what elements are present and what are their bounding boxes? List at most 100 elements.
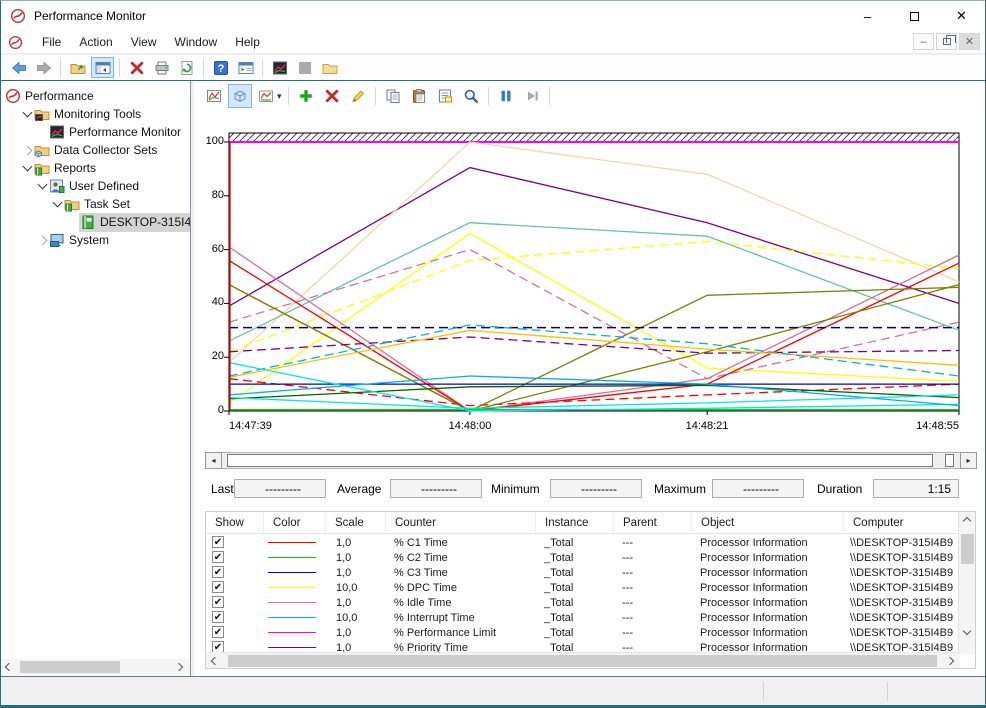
tree-expanded-icon[interactable] [22, 161, 32, 171]
dropdown-caret-icon[interactable]: ▾ [277, 91, 282, 102]
column-header-color[interactable]: Color [264, 512, 326, 534]
help-button[interactable]: ? [209, 57, 232, 78]
show-checkbox[interactable]: ✔ [212, 596, 224, 608]
legend-vscroll-thumb[interactable] [961, 534, 974, 564]
scroll-down-icon[interactable] [963, 627, 971, 635]
folder-cube-icon [34, 142, 50, 158]
table-row[interactable]: ✔ 1,0 % C1 Time _Total --- Processor Inf… [206, 535, 958, 550]
time-scroll-handle[interactable] [945, 454, 954, 467]
scroll-up-icon[interactable] [963, 517, 971, 525]
forward-button[interactable] [32, 57, 55, 78]
refresh-button[interactable] [175, 57, 198, 78]
column-header-scale[interactable]: Scale [326, 512, 386, 534]
tree-item-user-defined[interactable]: User Defined [35, 177, 139, 195]
delete-red-icon [129, 60, 145, 76]
legend-horizontal-scrollbar[interactable] [206, 652, 960, 668]
time-range-scrollbar[interactable]: ◂ ▸ [205, 452, 977, 469]
folder-plain-icon [322, 60, 338, 76]
mmc-restore-button[interactable] [936, 33, 957, 50]
menu-help[interactable]: Help [226, 32, 269, 52]
tree-item-system[interactable]: System [35, 231, 109, 249]
print-button[interactable] [150, 57, 173, 78]
view-log-data-button[interactable] [228, 84, 252, 108]
tree-item-monitoring-tools[interactable]: Monitoring Tools [20, 105, 141, 123]
show-console-tree-button[interactable] [91, 57, 114, 78]
column-header-computer[interactable]: Computer [844, 512, 960, 534]
show-checkbox[interactable]: ✔ [212, 611, 224, 623]
mmc-close-button[interactable]: ✕ [959, 33, 980, 50]
table-row[interactable]: ✔ 1,0 % C3 Time _Total --- Processor Inf… [206, 565, 958, 580]
minimize-button[interactable]: – [844, 1, 891, 31]
tree-item-label: User Defined [69, 179, 139, 193]
show-checkbox[interactable]: ✔ [212, 626, 224, 638]
update-data-button[interactable] [520, 84, 544, 108]
properties-button[interactable] [433, 84, 457, 108]
time-scroll-thumb[interactable] [227, 454, 933, 467]
export-button[interactable] [66, 57, 89, 78]
tree-collapsed-icon[interactable] [22, 145, 32, 155]
show-checkbox[interactable]: ✔ [212, 566, 224, 578]
performance-chart-button[interactable] [268, 57, 291, 78]
legend-hscroll-thumb[interactable] [228, 655, 937, 667]
back-button[interactable] [7, 57, 30, 78]
stat-label-average: Average [337, 482, 381, 496]
highlight-button[interactable] [346, 84, 370, 108]
column-header-object[interactable]: Object [692, 512, 844, 534]
delete-button[interactable] [125, 57, 148, 78]
change-graph-type-button[interactable] [254, 84, 278, 108]
column-header-parent[interactable]: Parent [614, 512, 692, 534]
close-button[interactable]: ✕ [938, 1, 985, 31]
maximize-button[interactable] [891, 1, 938, 31]
column-header-instance[interactable]: Instance [536, 512, 614, 534]
tree-item-performance[interactable]: Performance [5, 87, 94, 105]
new-window-button[interactable] [318, 57, 341, 78]
paste-counter-list-button[interactable] [407, 84, 431, 108]
tree-scrollbar-thumb[interactable] [20, 661, 120, 673]
tree-item-performance-monitor[interactable]: Performance Monitor [35, 123, 181, 141]
table-row[interactable]: ✔ 1,0 % Performance Limit _Total --- Pro… [206, 625, 958, 640]
legend-vertical-scrollbar[interactable] [958, 512, 975, 654]
tree-expanded-icon[interactable] [52, 197, 62, 207]
show-checkbox[interactable]: ✔ [212, 581, 224, 593]
arrow-back-icon [11, 60, 27, 76]
column-header-show[interactable]: Show [206, 512, 264, 534]
show-checkbox[interactable]: ✔ [212, 551, 224, 563]
cell-computer: \\DESKTOP-315I4B9 [850, 537, 960, 549]
time-scroll-left-button[interactable]: ◂ [205, 452, 222, 469]
table-row[interactable]: ✔ 1,0 % C2 Time _Total --- Processor Inf… [206, 550, 958, 565]
table-row[interactable]: ✔ 10,0 % Interrupt Time _Total --- Proce… [206, 610, 958, 625]
tree-item-task-set[interactable]: Task Set [50, 195, 130, 213]
time-scroll-right-button[interactable]: ▸ [960, 452, 977, 469]
menu-window[interactable]: Window [166, 32, 227, 52]
show-action-pane-button[interactable] [234, 57, 257, 78]
tree-collapsed-icon[interactable] [37, 235, 47, 245]
tree-item-data-collector-sets[interactable]: Data Collector Sets [20, 141, 157, 159]
tree-expanded-icon[interactable] [37, 179, 47, 189]
disabled-button[interactable] [293, 57, 316, 78]
time-scroll-track[interactable] [222, 452, 960, 469]
menu-action[interactable]: Action [70, 32, 121, 52]
tree-horizontal-scrollbar[interactable] [1, 659, 190, 675]
tree-item-desktop-315i4b9[interactable]: DESKTOP-315I4B9 [65, 213, 190, 231]
add-counter-button[interactable] [294, 84, 318, 108]
zoom-button[interactable] [459, 84, 483, 108]
delete-counter-button[interactable] [320, 84, 344, 108]
table-row[interactable]: ✔ 1,0 % Idle Time _Total --- Processor I… [206, 595, 958, 610]
scroll-right-icon[interactable] [946, 656, 954, 664]
freeze-display-button[interactable] [494, 84, 518, 108]
copy-properties-button[interactable] [381, 84, 405, 108]
table-row[interactable]: ✔ 10,0 % DPC Time _Total --- Processor I… [206, 580, 958, 595]
scroll-left-icon[interactable] [5, 663, 13, 671]
column-header-counter[interactable]: Counter [386, 512, 536, 534]
scroll-right-icon[interactable] [175, 663, 183, 671]
menu-view[interactable]: View [122, 32, 166, 52]
menu-file[interactable]: File [33, 32, 70, 52]
stat-label-minimum: Minimum [491, 482, 540, 496]
cell-instance: _Total [544, 612, 614, 624]
tree-expanded-icon[interactable] [22, 107, 32, 117]
mmc-minimize-button[interactable]: – [913, 33, 934, 50]
show-checkbox[interactable]: ✔ [212, 536, 224, 548]
tree-item-reports[interactable]: Reports [20, 159, 96, 177]
scroll-left-icon[interactable] [211, 656, 219, 664]
view-current-activity-button[interactable] [202, 84, 226, 108]
